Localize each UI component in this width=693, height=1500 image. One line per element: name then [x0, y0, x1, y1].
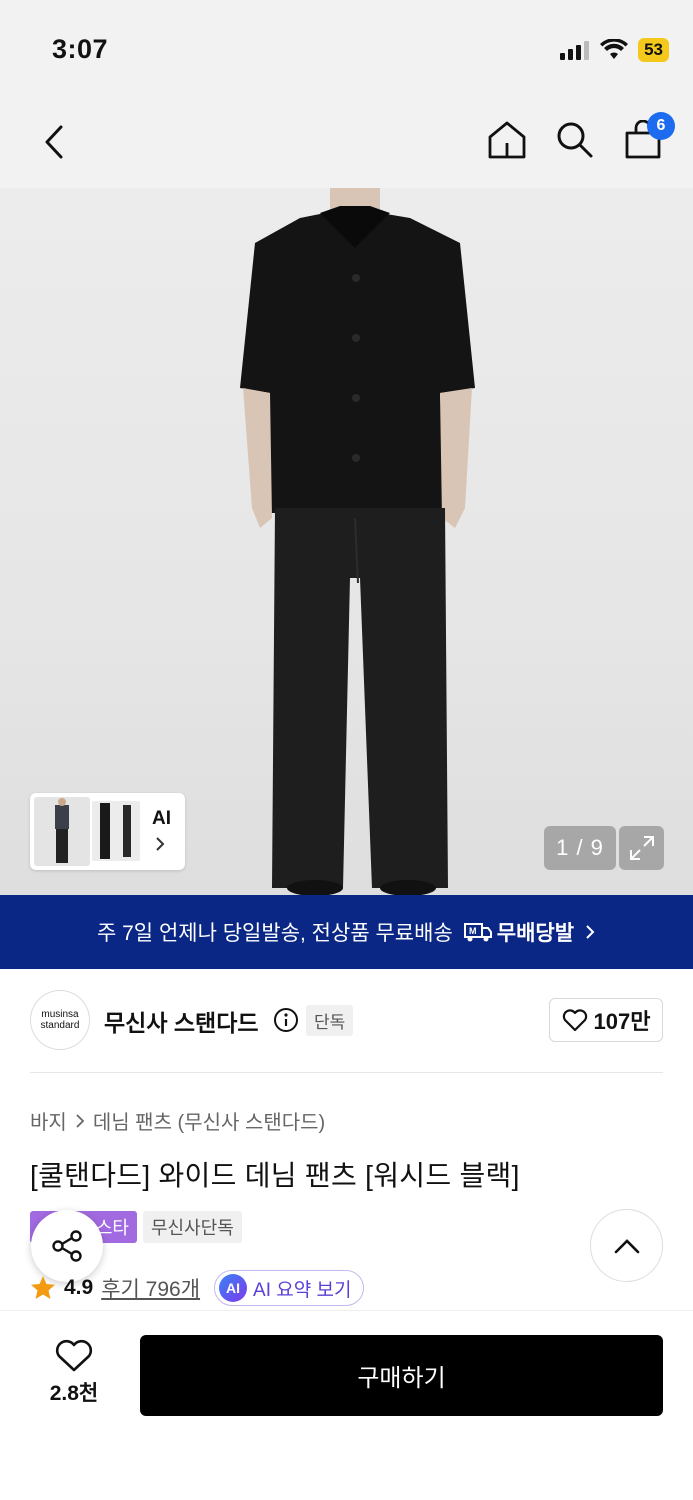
chevron-right-icon — [586, 925, 595, 939]
star-icon — [31, 1276, 55, 1299]
ai-summary-label: AI 요약 보기 — [253, 1279, 352, 1301]
battery-indicator: 53 — [638, 38, 669, 62]
brand-logo-line1: musinsa — [41, 1009, 79, 1020]
breadcrumb-item-subcategory[interactable]: 데님 팬츠 (무신사 스탠다드) — [93, 1106, 325, 1135]
svg-text:M: M — [469, 926, 477, 936]
info-icon[interactable] — [273, 1007, 299, 1033]
share-icon — [52, 1230, 82, 1262]
banner-text: 주 7일 언제나 당일발송, 전상품 무료배송 — [96, 922, 453, 945]
product-image-gallery[interactable]: AI 1 / 9 — [0, 188, 693, 895]
home-icon — [488, 121, 526, 159]
thumbnail-side-2 — [114, 801, 140, 861]
status-time: 3:07 — [52, 34, 109, 64]
brand-like-count: 107만 — [593, 1009, 651, 1034]
breadcrumb-item-category[interactable]: 바지 — [30, 1106, 67, 1135]
rating-row: 4.9 후기 796개 AI AI 요약 보기 — [30, 1270, 365, 1306]
exclusive-tag: 단독 — [306, 1005, 354, 1036]
signal-icon — [560, 41, 590, 60]
delivery-badge-text: 무배당발 — [496, 922, 575, 945]
wishlist-count: 2.8천 — [49, 1382, 99, 1405]
rating-score: 4.9 — [64, 1276, 94, 1299]
cart-count-badge: 6 — [647, 112, 675, 140]
expand-button[interactable] — [619, 826, 664, 870]
nav-actions: 6 — [487, 112, 675, 162]
brand-logo[interactable]: musinsa standard — [30, 990, 90, 1050]
delivery-banner[interactable]: 주 7일 언제나 당일발송, 전상품 무료배송 M 무배당발 — [0, 895, 693, 969]
brand-row: musinsa standard 무신사 스탠다드 단독 107만 — [30, 990, 663, 1052]
bottom-action-bar: 2.8천 구매하기 — [0, 1310, 693, 1500]
review-link[interactable]: 후기 796개 — [101, 1273, 200, 1303]
image-counter: 1 / 9 — [544, 826, 616, 870]
search-button[interactable] — [555, 118, 595, 162]
brand-name[interactable]: 무신사 스탠다드 — [104, 1004, 259, 1038]
scroll-top-button[interactable] — [590, 1209, 663, 1282]
wishlist-button[interactable]: 2.8천 — [30, 1339, 118, 1415]
back-icon — [45, 125, 63, 159]
brand-like-button[interactable]: 107만 — [549, 998, 663, 1042]
truck-icon: M — [463, 923, 492, 942]
ai-summary-button[interactable]: AI AI 요약 보기 — [214, 1270, 365, 1306]
status-icons: 53 — [560, 38, 669, 62]
breadcrumb: 바지 데님 팬츠 (무신사 스탠다드) — [30, 1106, 325, 1135]
nav-bar: 6 — [0, 100, 693, 188]
expand-icon — [629, 836, 654, 860]
tag-exclusive: 무신사단독 — [143, 1211, 242, 1243]
ai-badge-icon: AI — [219, 1274, 248, 1302]
brand-logo-line2: standard — [40, 1020, 80, 1031]
chevron-up-icon — [614, 1238, 639, 1253]
wifi-icon — [600, 39, 629, 59]
cart-button[interactable]: 6 — [623, 112, 675, 162]
chevron-right-icon — [76, 1113, 85, 1128]
product-photo — [240, 188, 475, 895]
product-title: [쿨탠다드] 와이드 데님 팬츠 [워시드 블랙] — [30, 1160, 520, 1191]
ai-label: AI — [152, 808, 171, 829]
heart-icon — [55, 1339, 93, 1372]
delivery-badge: M 무배당발 — [463, 917, 574, 947]
divider — [30, 1072, 663, 1073]
chevron-right-icon — [156, 837, 165, 851]
buy-button[interactable]: 구매하기 — [140, 1335, 663, 1416]
home-button[interactable] — [487, 118, 527, 162]
search-icon — [557, 122, 593, 158]
heart-icon — [562, 1009, 587, 1032]
thumbnail-figure — [55, 798, 69, 863]
thumbnail-image — [34, 797, 90, 866]
status-bar: 3:07 53 — [0, 0, 693, 100]
ai-fitting-thumbnail[interactable]: AI — [30, 793, 185, 870]
back-button[interactable] — [34, 120, 74, 164]
